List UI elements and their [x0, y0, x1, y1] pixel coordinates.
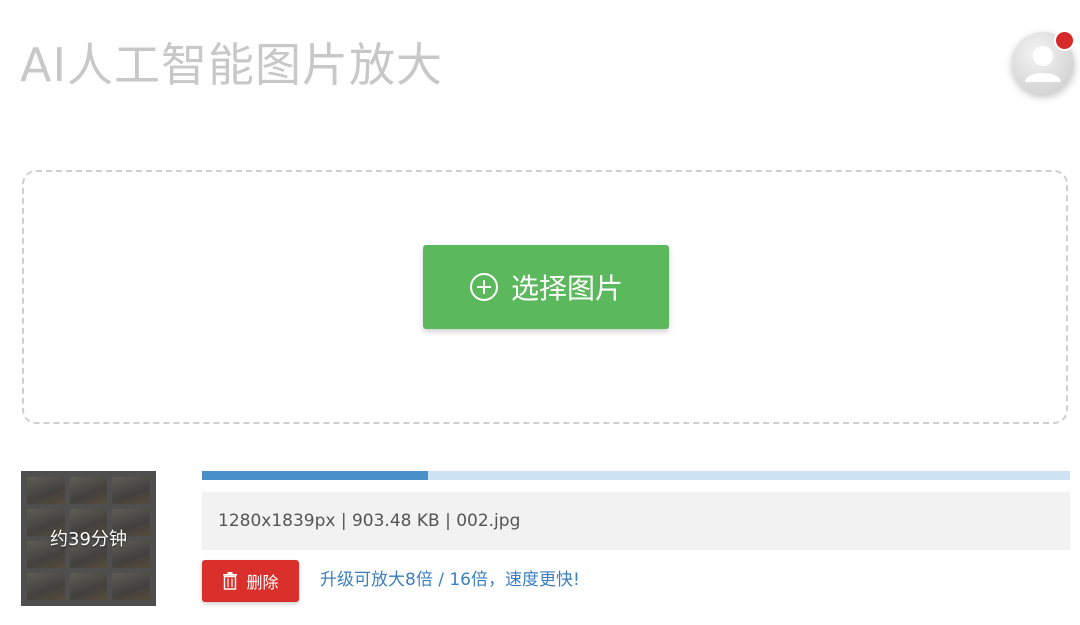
page: AI人工智能图片放大 选择图片 约39分钟 1280x1839px | 903.…	[0, 0, 1080, 625]
file-info: 1280x1839px | 903.48 KB | 002.jpg	[202, 492, 1070, 550]
page-title: AI人工智能图片放大	[20, 38, 444, 92]
delete-label: 删除	[246, 573, 279, 592]
trash-icon	[223, 572, 238, 590]
eta-label: 约39分钟	[50, 529, 127, 550]
user-avatar[interactable]	[1012, 30, 1075, 94]
progress-bar	[202, 471, 1070, 480]
select-image-button[interactable]: 选择图片	[423, 245, 669, 329]
upgrade-link[interactable]: 升级可放大8倍 / 16倍，速度更快!	[320, 566, 580, 594]
plus-circle-icon	[469, 273, 498, 301]
progress-fill	[202, 471, 428, 480]
select-image-label: 选择图片	[510, 272, 623, 305]
delete-button[interactable]: 删除	[202, 560, 299, 602]
notification-dot	[1054, 30, 1075, 51]
file-thumbnail: 约39分钟	[21, 471, 156, 606]
